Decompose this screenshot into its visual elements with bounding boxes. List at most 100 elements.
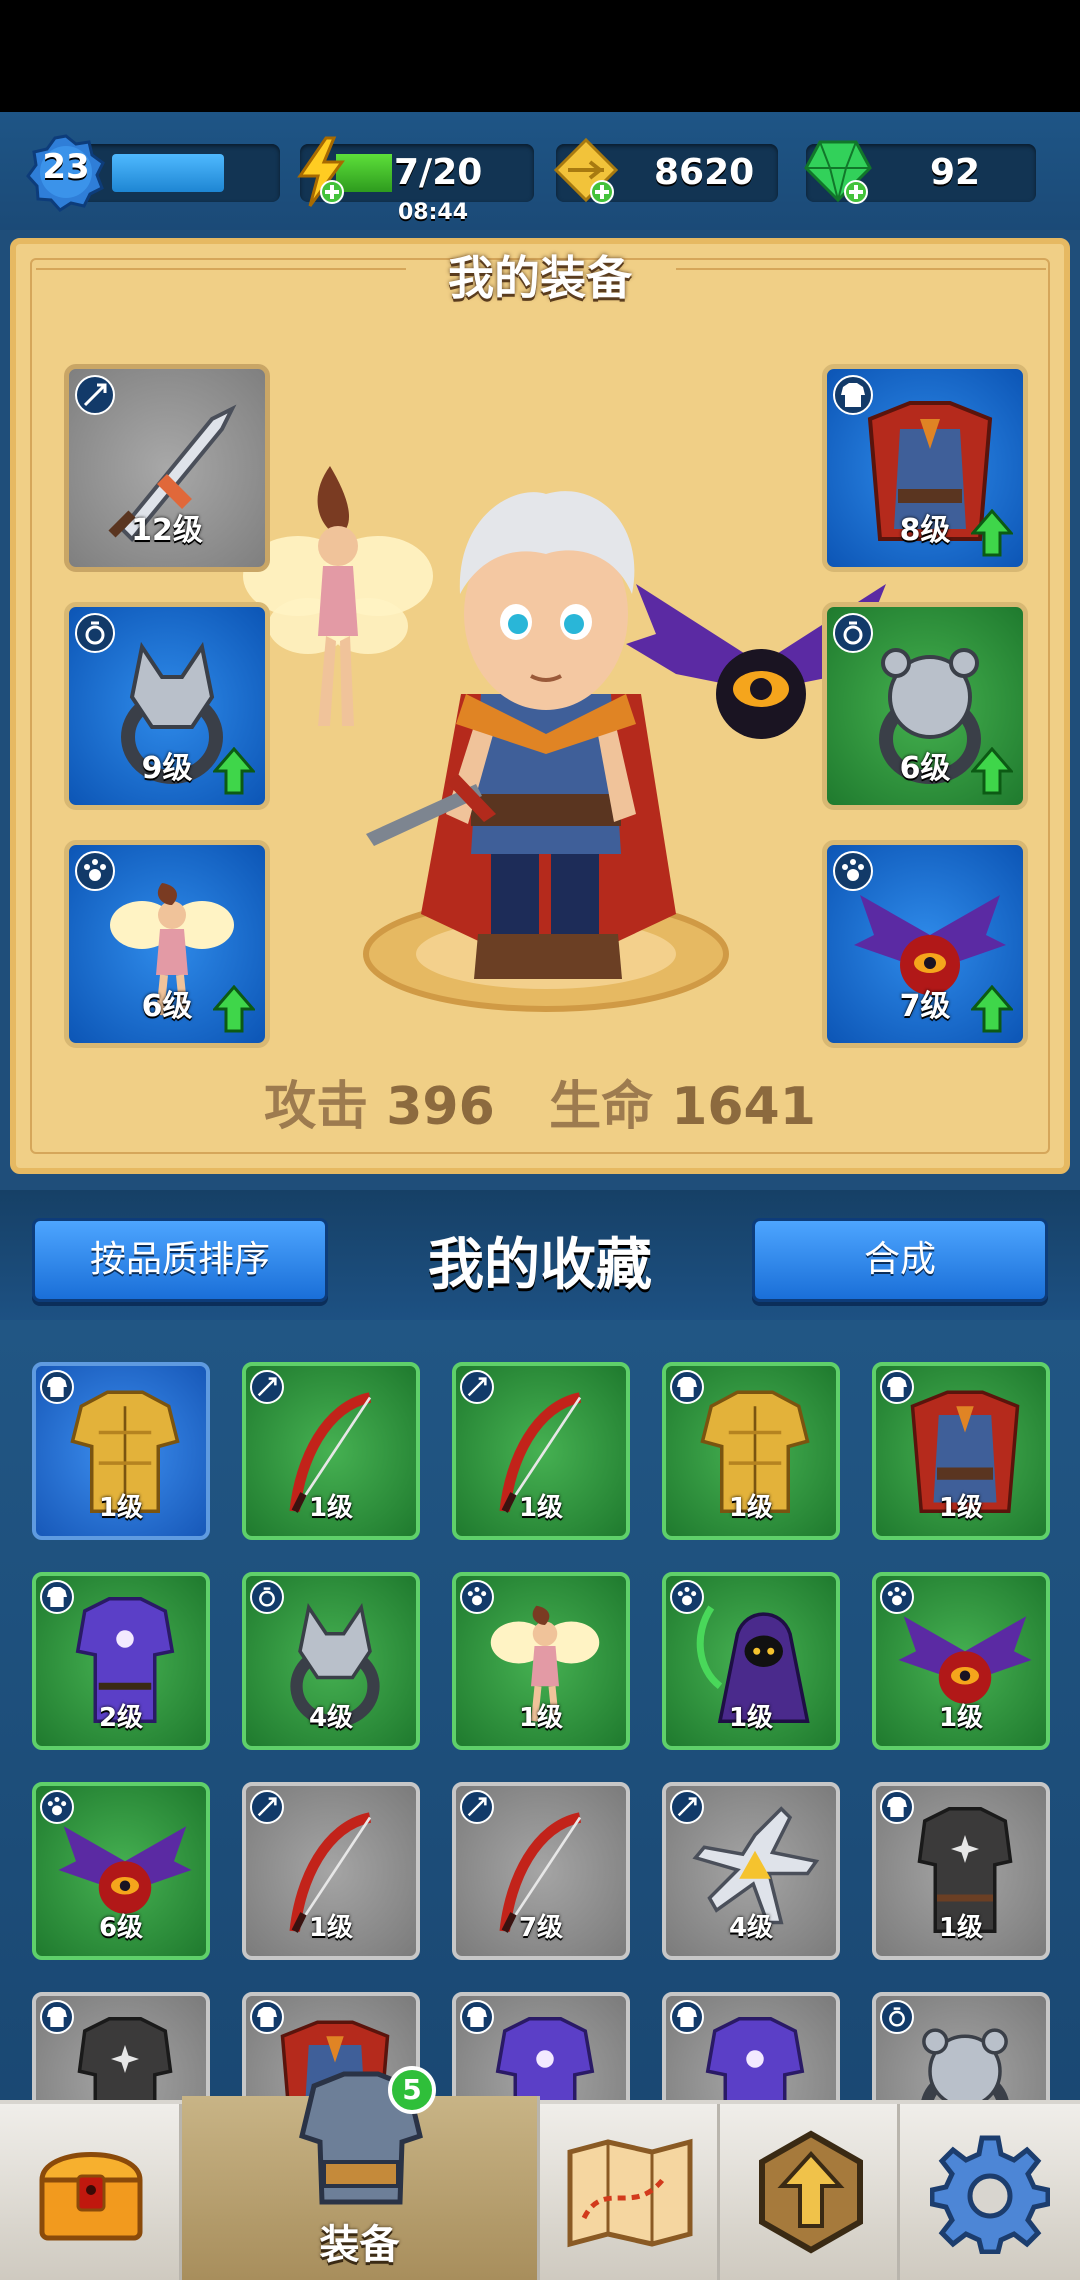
game-screen: 23 7/20 8620 92 08:44 我的装备 12级 9级 6级 8级 … <box>0 0 1080 2280</box>
item-level: 2级 <box>98 1703 144 1733</box>
weapon-icon <box>670 1790 704 1824</box>
item-level: 1级 <box>728 1703 774 1733</box>
gold-value: 8620 <box>654 152 755 193</box>
armor-icon <box>460 2000 494 2034</box>
ring-icon <box>880 2000 914 2034</box>
pet-icon <box>833 851 873 891</box>
energy-bolt-icon[interactable] <box>292 136 352 208</box>
attack-value: 396 <box>386 1077 495 1137</box>
weapon-icon <box>250 1370 284 1404</box>
equipment-slot-cape-armor[interactable]: 8级 <box>822 364 1028 572</box>
equipment-slot-bear-ring[interactable]: 6级 <box>822 602 1028 810</box>
upgrade-arrow-icon <box>759 2130 863 2254</box>
collection-item-gold-armor[interactable]: 1级 <box>662 1362 840 1540</box>
weapon-icon <box>460 1790 494 1824</box>
treasure-chest-icon <box>39 2152 143 2241</box>
energy-value: 7/20 <box>394 152 483 193</box>
collection-item-dark-vest[interactable] <box>32 1992 210 2100</box>
pet-icon <box>40 1790 74 1824</box>
collection-item-purple-robe[interactable]: 2级 <box>32 1572 210 1750</box>
collection-item-gold-armor[interactable]: 1级 <box>32 1362 210 1540</box>
merge-button[interactable]: 合成 <box>752 1218 1048 1302</box>
ring-icon <box>833 613 873 653</box>
item-level: 4级 <box>308 1703 354 1733</box>
armor-icon <box>670 2000 704 2034</box>
equipment-slot-wolf-ring[interactable]: 9级 <box>64 602 270 810</box>
item-level: 1级 <box>938 1493 984 1523</box>
ring-icon <box>75 613 115 653</box>
hp-label: 生命 <box>549 1077 654 1137</box>
item-level: 1级 <box>308 1913 354 1943</box>
collection-item-bat[interactable]: 6级 <box>32 1782 210 1960</box>
gold-coin-icon[interactable] <box>550 136 622 208</box>
upgrade-available-icon <box>971 985 1013 1033</box>
collection-item-shuriken[interactable]: 4级 <box>662 1782 840 1960</box>
armor-icon <box>40 2000 74 2034</box>
collection-item-fairy[interactable]: 1级 <box>452 1572 630 1750</box>
weapon-icon <box>75 375 115 415</box>
equipment-panel: 我的装备 12级 9级 6级 8级 6级 7级 攻击 396 生命 1641 <box>10 238 1070 1174</box>
status-strip <box>0 0 1080 112</box>
nav-settings[interactable] <box>900 2104 1080 2280</box>
equipment-title: 我的装备 <box>448 251 632 305</box>
player-level: 23 <box>42 147 90 187</box>
energy-timer: 08:44 <box>398 200 469 225</box>
armor-icon <box>40 1370 74 1404</box>
armor-icon <box>40 1580 74 1614</box>
nav-equipment[interactable]: 5 装备 <box>182 2066 540 2280</box>
map-icon <box>567 2138 693 2248</box>
pet-icon <box>670 1580 704 1614</box>
item-level: 12级 <box>131 513 203 548</box>
collection-header: 按品质排序 我的收藏 合成 <box>0 1190 1080 1320</box>
upgrade-available-icon <box>213 747 255 795</box>
equipment-slot-fairy[interactable]: 6级 <box>64 840 270 1048</box>
armor-icon <box>670 1370 704 1404</box>
equipment-slot-bat[interactable]: 7级 <box>822 840 1028 1048</box>
collection-item-purple-robe[interactable] <box>452 1992 630 2100</box>
armor-icon <box>880 1790 914 1824</box>
collection-item-bear-ring[interactable] <box>872 1992 1050 2100</box>
equipment-slot-sword[interactable]: 12级 <box>64 364 270 572</box>
gem-value: 92 <box>930 152 981 193</box>
attack-label: 攻击 <box>264 1077 369 1137</box>
collection-grid: 1级 1级 1级 1级 1级 2级 4级 1级 1级 1级 6级 1级 7级 4级 1级 <box>0 1320 1080 2100</box>
item-level: 4级 <box>728 1913 774 1943</box>
pet-icon <box>75 851 115 891</box>
upgrade-available-icon <box>971 509 1013 557</box>
item-level: 1级 <box>518 1703 564 1733</box>
hp-value: 1641 <box>671 1077 816 1137</box>
item-level: 1级 <box>98 1493 144 1523</box>
pet-icon <box>880 1580 914 1614</box>
nav-chest[interactable] <box>0 2104 182 2280</box>
collection-item-purple-robe[interactable] <box>662 1992 840 2100</box>
collection-item-bow[interactable]: 1级 <box>452 1362 630 1540</box>
item-level: 1级 <box>728 1493 774 1523</box>
nav-upgrade[interactable] <box>720 2104 900 2280</box>
xp-fill <box>112 154 224 192</box>
nav-map[interactable] <box>540 2104 720 2280</box>
resource-bar: 23 7/20 8620 92 <box>0 112 1080 230</box>
ring-icon <box>250 1580 284 1614</box>
item-level: 1级 <box>308 1493 354 1523</box>
gem-icon[interactable] <box>802 136 874 208</box>
item-level: 1级 <box>938 1703 984 1733</box>
collection-item-bat[interactable]: 1级 <box>872 1572 1050 1750</box>
weapon-icon <box>460 1370 494 1404</box>
collection-item-wolf-ring[interactable]: 4级 <box>242 1572 420 1750</box>
armor-icon <box>833 375 873 415</box>
upgrade-available-icon <box>971 747 1013 795</box>
collection-item-bow[interactable]: 1级 <box>242 1782 420 1960</box>
collection-item-bow[interactable]: 7级 <box>452 1782 630 1960</box>
item-level: 6级 <box>98 1913 144 1943</box>
hero-stats: 攻击 396 生命 1641 <box>16 1064 1064 1139</box>
collection-item-dark-vest[interactable]: 1级 <box>872 1782 1050 1960</box>
item-level: 1级 <box>518 1493 564 1523</box>
armor-icon <box>880 1370 914 1404</box>
armor-icon <box>250 2000 284 2034</box>
collection-item-cape-armor[interactable]: 1级 <box>872 1362 1050 1540</box>
item-level: 7级 <box>518 1913 564 1943</box>
collection-item-bow[interactable]: 1级 <box>242 1362 420 1540</box>
collection-item-reaper[interactable]: 1级 <box>662 1572 840 1750</box>
pet-icon <box>460 1580 494 1614</box>
nav-equipment-label: 装备 <box>319 2222 400 2268</box>
